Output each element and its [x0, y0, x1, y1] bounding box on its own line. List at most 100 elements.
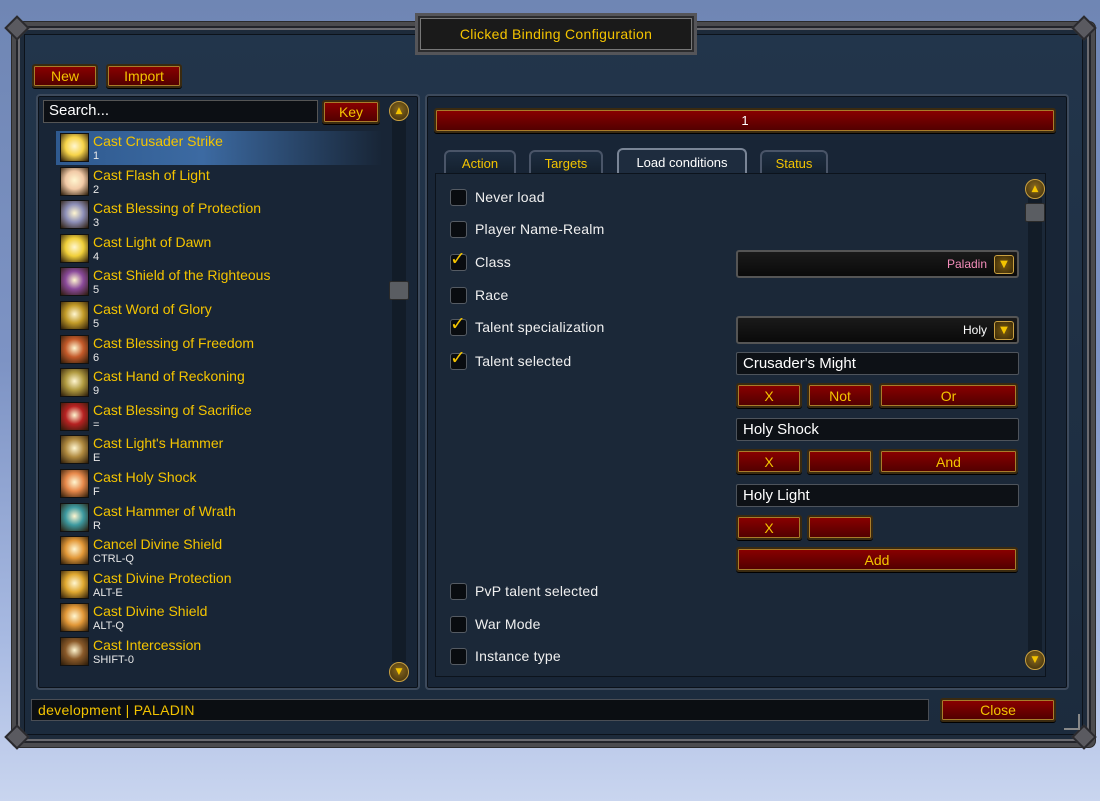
condition-talent-selected[interactable]: ✓ Talent selected — [450, 348, 571, 371]
binding-list-item[interactable]: Cast Light of Dawn 4 — [56, 232, 382, 266]
binding-key: 1 — [93, 150, 100, 162]
talent-selected-checkbox[interactable]: ✓ — [450, 348, 467, 370]
binding-list-item[interactable]: Cast Shield of the Righteous 5 — [56, 265, 382, 299]
binding-list-item[interactable]: Cast Hammer of Wrath R — [56, 501, 382, 535]
not-toggle-button[interactable] — [807, 449, 873, 474]
chevron-down-icon[interactable]: ▼ — [994, 255, 1014, 274]
condition-player-name-realm[interactable]: Player Name-Realm — [450, 219, 604, 239]
search-input[interactable]: Search... — [43, 100, 318, 123]
scroll-up-icon[interactable]: ▲ — [1025, 179, 1045, 199]
tab-load-conditions[interactable]: Load conditions — [617, 148, 747, 174]
binding-list-item[interactable]: Cast Crusader Strike 1 — [56, 131, 382, 165]
chevron-down-icon[interactable]: ▼ — [994, 321, 1014, 340]
scroll-down-icon[interactable]: ▼ — [389, 662, 409, 682]
word-of-glory-icon — [60, 300, 89, 330]
not-toggle-button[interactable] — [807, 515, 873, 540]
instance-type-checkbox[interactable] — [450, 647, 467, 665]
not-toggle-button[interactable]: Not — [807, 383, 873, 408]
scroll-up-icon[interactable]: ▲ — [389, 101, 409, 121]
resize-grip-icon[interactable] — [1064, 714, 1080, 730]
remove-talent-button[interactable]: X — [736, 383, 802, 408]
talent-input[interactable]: Crusader's Might — [736, 352, 1019, 375]
binding-name: Cast Divine Shield — [93, 603, 208, 620]
race-label: Race — [475, 287, 509, 303]
condition-never-load[interactable]: Never load — [450, 187, 545, 207]
pvp-talent-label: PvP talent selected — [475, 583, 599, 599]
window-title[interactable]: Clicked Binding Configuration — [415, 13, 697, 55]
binding-list-item[interactable]: Cast Blessing of Sacrifice = — [56, 400, 382, 434]
binding-list-item[interactable]: Cast Intercession SHIFT-0 — [56, 635, 382, 669]
checkmark-icon: ✓ — [450, 346, 466, 369]
talent-input[interactable]: Holy Shock — [736, 418, 1019, 441]
close-button[interactable]: Close — [940, 698, 1056, 722]
key-button[interactable]: Key — [322, 100, 380, 124]
war-mode-checkbox[interactable] — [450, 615, 467, 633]
binding-list-item[interactable]: Cast Holy Shock F — [56, 467, 382, 501]
remove-talent-button[interactable]: X — [736, 449, 802, 474]
pvp-talent-checkbox[interactable] — [450, 582, 467, 600]
checkmark-icon: ✓ — [450, 312, 466, 335]
talent-spec-dropdown[interactable]: Holy ▼ — [736, 316, 1019, 344]
class-dropdown-value: Paladin — [946, 257, 987, 271]
import-button[interactable]: Import — [106, 64, 182, 88]
race-checkbox[interactable] — [450, 286, 467, 304]
binding-list-item[interactable]: Cast Divine Shield ALT-Q — [56, 601, 382, 635]
tab-action[interactable]: Action — [444, 150, 516, 174]
lights-hammer-icon — [60, 435, 89, 465]
remove-talent-button[interactable]: X — [736, 515, 802, 540]
binding-name: Cast Word of Glory — [93, 300, 212, 317]
tab-status[interactable]: Status — [760, 150, 828, 174]
tab-targets[interactable]: Targets — [529, 150, 603, 174]
add-talent-button[interactable]: Add — [736, 547, 1018, 572]
crusader-strike-icon — [60, 133, 89, 162]
binding-list-item[interactable]: Cast Blessing of Freedom 6 — [56, 333, 382, 367]
new-button[interactable]: New — [32, 64, 98, 88]
condition-war-mode[interactable]: War Mode — [450, 614, 541, 634]
binding-key-header[interactable]: 1 — [434, 108, 1056, 133]
binding-list-item[interactable]: Cast Divine Protection ALT-E — [56, 568, 382, 602]
class-dropdown[interactable]: Paladin ▼ — [736, 250, 1019, 278]
binding-key: ALT-E — [93, 586, 123, 599]
binding-name: Cast Intercession — [93, 636, 202, 653]
condition-instance-type[interactable]: Instance type — [450, 646, 561, 666]
binding-list-item[interactable]: Cast Blessing of Protection 3 — [56, 198, 382, 232]
blessing-of-protection-icon — [60, 200, 89, 230]
binding-list-item[interactable]: Cast Word of Glory 5 — [56, 299, 382, 333]
condition-class[interactable]: ✓ Class — [450, 249, 512, 272]
binding-list-item[interactable]: Cast Flash of Light 2 — [56, 165, 382, 199]
conditions-scroll-thumb[interactable] — [1025, 203, 1045, 222]
binding-key: SHIFT-0 — [93, 653, 134, 666]
shield-of-the-righteous-icon — [60, 267, 89, 297]
bindings-scroll-track[interactable] — [392, 118, 406, 662]
binding-list-item[interactable]: Cast Light's Hammer E — [56, 433, 382, 467]
binding-list-item[interactable]: Cancel Divine Shield CTRL-Q — [56, 534, 382, 568]
binding-key: E — [93, 452, 101, 465]
divine-protection-icon — [60, 569, 89, 599]
binding-name: Cast Crusader Strike — [93, 133, 223, 149]
binding-name: Cast Divine Protection — [93, 569, 232, 586]
binding-list-item[interactable]: Cast Hand of Reckoning 9 — [56, 366, 382, 400]
talent-input[interactable]: Holy Light — [736, 484, 1019, 507]
binding-name: Cast Hand of Reckoning — [93, 368, 245, 385]
player-name-realm-checkbox[interactable] — [450, 220, 467, 238]
bindings-list: Cast Crusader Strike 1 Cast Flash of Light… — [56, 131, 382, 669]
conditions-scroll-track[interactable] — [1028, 198, 1042, 652]
operator-button[interactable]: And — [879, 449, 1018, 474]
blessing-of-freedom-icon — [60, 334, 89, 364]
scroll-down-icon[interactable]: ▼ — [1025, 650, 1045, 670]
talent-spec-checkbox[interactable]: ✓ — [450, 314, 467, 336]
class-checkbox[interactable]: ✓ — [450, 249, 467, 271]
condition-race[interactable]: Race — [450, 285, 508, 305]
condition-pvp-talent[interactable]: PvP talent selected — [450, 581, 598, 601]
light-of-dawn-icon — [60, 233, 89, 263]
holy-shock-icon — [60, 468, 89, 498]
binding-key: 4 — [93, 250, 100, 263]
talent-spec-dropdown-value: Holy — [962, 323, 987, 337]
bindings-scroll-thumb[interactable] — [389, 281, 409, 300]
operator-button[interactable]: Or — [879, 383, 1018, 408]
binding-name: Cast Light's Hammer — [93, 435, 224, 452]
class-label: Class — [475, 254, 512, 270]
condition-talent-spec[interactable]: ✓ Talent specialization — [450, 314, 605, 337]
binding-key: CTRL-Q — [93, 553, 134, 566]
never-load-checkbox[interactable] — [450, 188, 467, 206]
